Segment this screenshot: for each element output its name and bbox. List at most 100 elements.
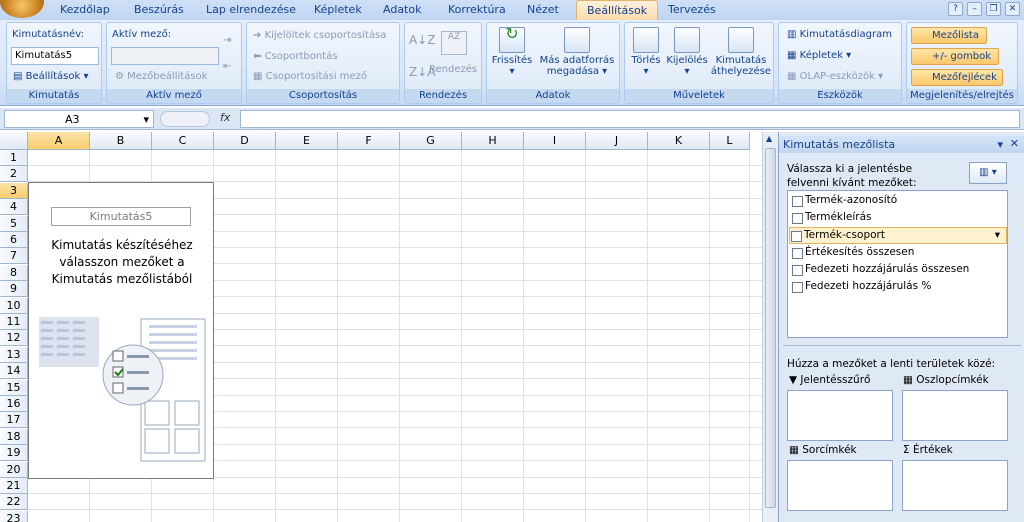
row-header[interactable]: 5 [0, 215, 28, 232]
select-button[interactable]: Kijelölés ▾ [665, 27, 709, 77]
row-header[interactable]: 10 [0, 297, 28, 314]
insert-function-icon[interactable]: fx [220, 111, 230, 124]
select-all-corner[interactable] [0, 132, 28, 150]
tab-adatok[interactable]: Adatok [383, 3, 421, 16]
field-headers-toggle[interactable]: Mezőfejlécek [911, 69, 1003, 86]
panel-menu-icon[interactable]: ▾ [997, 138, 1003, 151]
row-header[interactable]: 4 [0, 199, 28, 216]
tab-beszuras[interactable]: Beszúrás [134, 3, 184, 16]
field-dropdown-icon[interactable]: ▾ [995, 228, 1000, 243]
tab-tervezes[interactable]: Tervezés [668, 3, 716, 16]
field-settings-button[interactable]: ⚙ Mezőbeállítások [115, 71, 207, 82]
expand-field-icon[interactable]: ⇥ [223, 35, 231, 46]
sort-az-icon[interactable]: A↓Z [409, 33, 435, 47]
minimize-icon[interactable]: – [967, 2, 982, 16]
row-header[interactable]: 22 [0, 494, 28, 511]
layout-options-button[interactable]: ▥ ▾ [969, 162, 1007, 184]
row-header[interactable]: 16 [0, 396, 28, 412]
tab-beallitasok[interactable]: Beállítások [576, 0, 659, 21]
tab-kezdolap[interactable]: Kezdőlap [60, 3, 110, 16]
row-header[interactable]: 1 [0, 150, 28, 166]
field-item[interactable]: Termékleírás [791, 210, 872, 227]
column-header[interactable]: B [90, 132, 152, 150]
name-box[interactable]: A3 ▾ [4, 110, 154, 128]
office-button[interactable] [0, 0, 44, 18]
row-header[interactable]: 12 [0, 330, 28, 347]
field-item[interactable]: Fedezeti hozzájárulás % [791, 279, 931, 296]
field-item[interactable]: Fedezeti hozzájárulás összesen [791, 262, 969, 279]
panel-close-icon[interactable]: ✕ [1010, 137, 1019, 150]
ungroup-button[interactable]: ⬅ Csoportbontás [253, 51, 337, 62]
field-item[interactable]: Értékesítés összesen [791, 245, 914, 262]
active-field-input[interactable] [111, 47, 219, 65]
field-checkbox[interactable] [791, 231, 802, 242]
row-header[interactable]: 14 [0, 363, 28, 380]
column-header[interactable]: E [276, 132, 338, 150]
close-icon[interactable]: ✕ [1005, 2, 1020, 16]
field-checkbox[interactable] [792, 213, 803, 224]
row-header[interactable]: 21 [0, 478, 28, 494]
field-item[interactable]: Termék-azonosító [791, 193, 897, 210]
column-header[interactable]: J [586, 132, 648, 150]
move-pivot-button[interactable]: Kimutatás áthelyezése [709, 27, 773, 77]
field-checkbox[interactable] [792, 196, 803, 207]
collapse-field-icon[interactable]: ⇤ [223, 61, 231, 72]
row-header[interactable]: 20 [0, 461, 28, 478]
scroll-up-icon[interactable]: ▲ [766, 134, 772, 143]
column-header[interactable]: A [28, 132, 90, 150]
tab-kepletek[interactable]: Képletek [314, 3, 362, 16]
column-header[interactable]: H [462, 132, 524, 150]
scrollbar-thumb[interactable] [765, 148, 776, 508]
restore-icon[interactable]: ❐ [986, 2, 1001, 16]
pivot-chart-button[interactable]: ▥ Kimutatásdiagram [787, 29, 892, 40]
row-header[interactable]: 13 [0, 346, 28, 363]
field-list-toggle[interactable]: Mezőlista [911, 27, 987, 44]
row-header[interactable]: 17 [0, 412, 28, 429]
plus-minus-buttons-toggle[interactable]: +/- gombok [911, 48, 999, 65]
tab-lap-elrendezese[interactable]: Lap elrendezése [206, 3, 296, 16]
group-selection-button[interactable]: ➜ Kijelöltek csoportosítása [253, 30, 386, 41]
row-header[interactable]: 2 [0, 166, 28, 183]
field-checkbox[interactable] [792, 282, 803, 293]
column-header[interactable]: I [524, 132, 586, 150]
row-header[interactable]: 23 [0, 510, 28, 522]
column-header[interactable]: L [710, 132, 750, 150]
row-header[interactable]: 8 [0, 264, 28, 281]
vertical-scrollbar[interactable]: ▲ [762, 132, 778, 522]
column-header[interactable]: K [648, 132, 710, 150]
column-header[interactable]: C [152, 132, 214, 150]
row-header[interactable]: 19 [0, 445, 28, 462]
field-item-selected[interactable]: Termék-csoport ▾ [789, 227, 1007, 244]
values-drop-area[interactable] [902, 460, 1008, 511]
worksheet-grid[interactable]: ABCDEFGHIJKL 1 2 3 4 5 6 7 8 9 10 11 12 13 14 15 16 17 18… [0, 132, 762, 522]
refresh-button[interactable]: ↻ Frissítés ▾ [489, 26, 535, 78]
column-header[interactable]: F [338, 132, 400, 150]
change-source-button[interactable]: Más adatforrás megadása ▾ [535, 27, 619, 77]
rows-drop-area[interactable] [787, 460, 893, 511]
formula-input[interactable] [240, 110, 1020, 128]
column-header[interactable]: G [400, 132, 462, 150]
row-header[interactable]: 18 [0, 428, 28, 445]
row-header[interactable]: 9 [0, 281, 28, 298]
field-checkbox[interactable] [792, 248, 803, 259]
field-checkbox[interactable] [792, 265, 803, 276]
sort-dialog-icon[interactable]: AZ [441, 31, 467, 55]
filter-drop-area[interactable] [787, 390, 893, 441]
pivot-name-input[interactable]: Kimutatás5 [11, 47, 99, 65]
row-header[interactable]: 6 [0, 232, 28, 248]
clear-button[interactable]: Törlés ▾ [627, 27, 665, 77]
tab-korrektura[interactable]: Korrektúra [448, 3, 506, 16]
formulas-button[interactable]: ▦ Képletek ▾ [787, 50, 851, 61]
row-header[interactable]: 7 [0, 248, 28, 265]
row-header[interactable]: 11 [0, 314, 28, 330]
sort-button[interactable]: Rendezés [429, 64, 477, 75]
help-icon[interactable]: ? [948, 2, 963, 16]
olap-tools-button[interactable]: ▦ OLAP-eszközök ▾ [787, 71, 883, 82]
pivot-options-button[interactable]: ▤ Beállítások ▾ [13, 71, 89, 82]
row-header[interactable]: 3 [0, 182, 28, 199]
pivot-placeholder[interactable]: Kimutatás5 Kimutatás készítéséhez válass… [28, 182, 214, 479]
tab-nezet[interactable]: Nézet [527, 3, 559, 16]
panel-divider[interactable] [783, 345, 1021, 353]
column-header[interactable]: D [214, 132, 276, 150]
columns-drop-area[interactable] [902, 390, 1008, 441]
